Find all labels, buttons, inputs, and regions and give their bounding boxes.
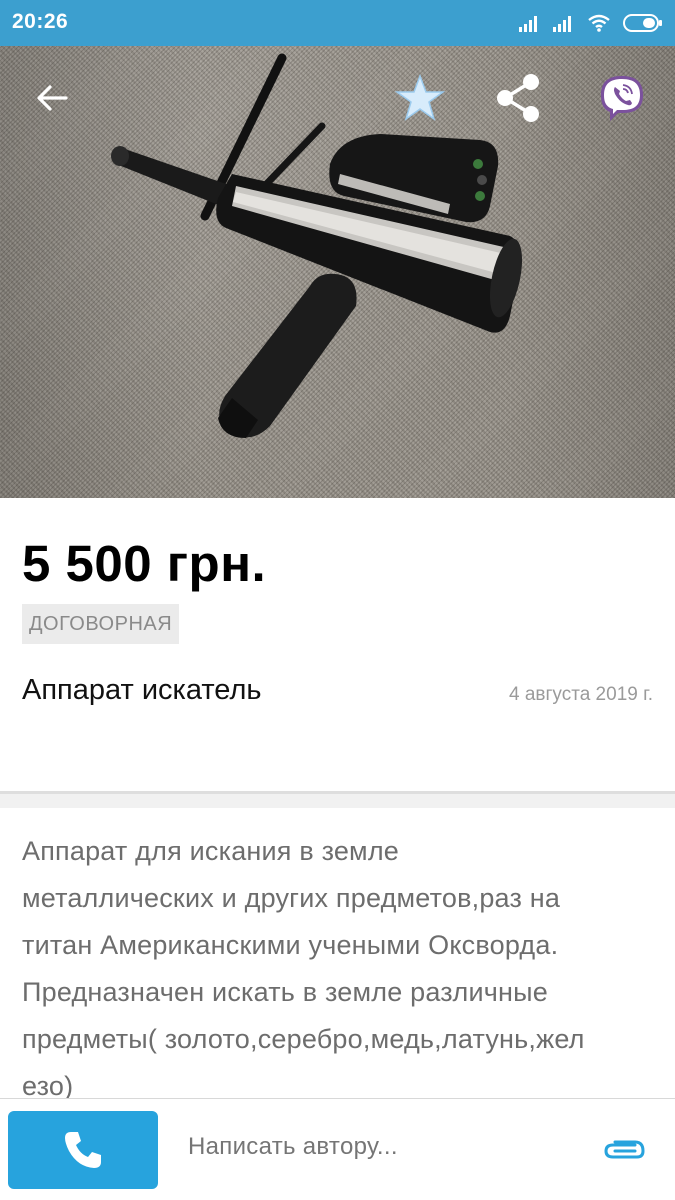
status-time: 20:26 xyxy=(12,10,69,33)
negotiable-badge: ДОГОВОРНАЯ xyxy=(22,604,180,644)
ad-date: 4 августа 2019 г. xyxy=(509,684,653,705)
viber-icon xyxy=(601,76,643,121)
description-line: титан Американскими учеными Оксворда. xyxy=(22,930,559,960)
signal-icon xyxy=(519,16,537,32)
share-icon xyxy=(497,74,539,122)
status-icons xyxy=(519,12,663,34)
description-line: Аппарат для искания в земле xyxy=(22,836,399,866)
signal-icon-2 xyxy=(553,16,571,32)
wifi-icon xyxy=(588,14,610,32)
attach-button[interactable] xyxy=(601,1137,647,1163)
call-button[interactable] xyxy=(8,1111,158,1189)
ad-description: Аппарат для искания в земле металлически… xyxy=(22,828,657,1110)
section-divider xyxy=(0,794,675,808)
phone-icon xyxy=(65,1132,101,1168)
status-bar: 20:26 xyxy=(0,0,675,46)
description-line: металлических и других предметов,раз на xyxy=(22,883,561,913)
ad-price: 5 500 грн. xyxy=(22,535,267,592)
share-button[interactable] xyxy=(486,66,550,130)
description-line: Предназначен искать в земле различные xyxy=(22,977,548,1007)
paperclip-icon xyxy=(604,1140,645,1159)
ad-title: Аппарат искатель xyxy=(22,674,262,706)
favorite-button[interactable] xyxy=(388,66,452,130)
description-line: предметы( золото,серебро,медь,латунь,жел xyxy=(22,1024,585,1054)
photo-toolbar xyxy=(0,46,675,150)
message-author-input[interactable] xyxy=(188,1133,568,1161)
battery-icon xyxy=(623,14,662,32)
back-button[interactable] xyxy=(20,66,84,130)
viber-button[interactable] xyxy=(590,66,654,130)
arrow-left-icon xyxy=(37,85,68,111)
star-icon xyxy=(395,74,445,121)
contact-bar xyxy=(0,1098,675,1200)
ad-info-card: 5 500 грн. ДОГОВОРНАЯ Аппарат искатель 4… xyxy=(0,498,675,794)
